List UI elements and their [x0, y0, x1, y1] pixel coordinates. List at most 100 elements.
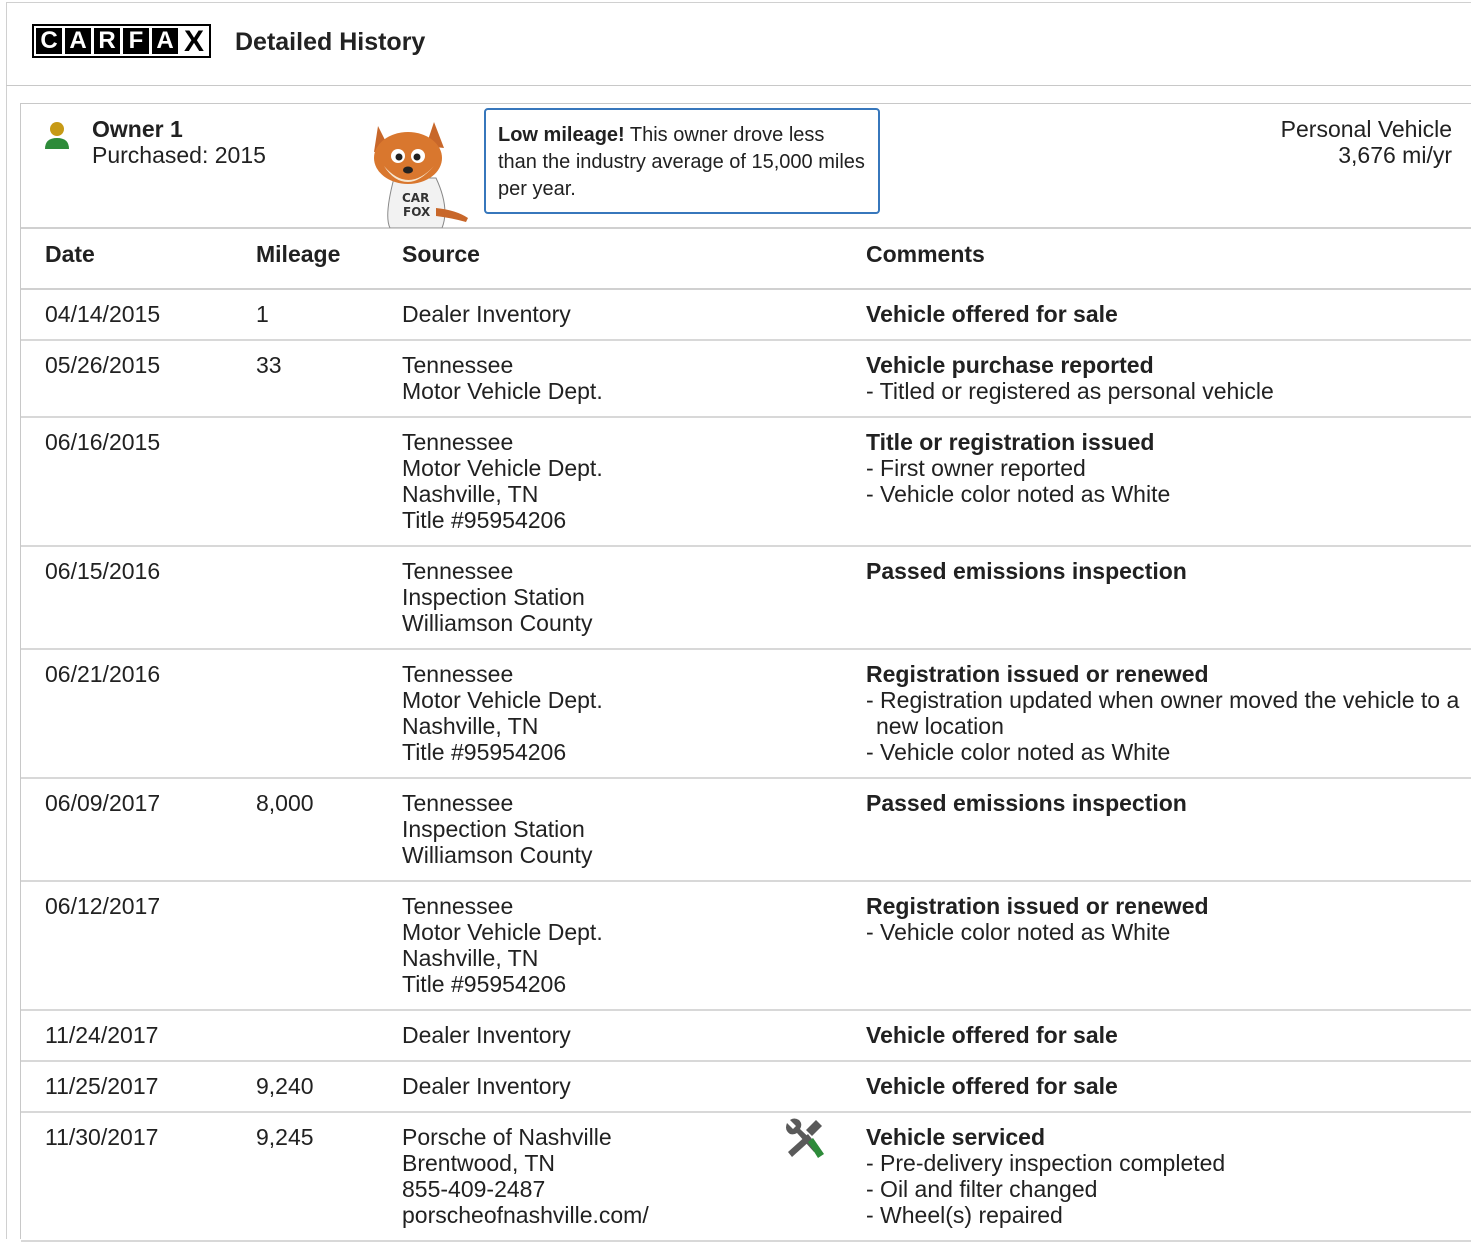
comment-detail: - First owner reported	[866, 455, 1086, 481]
logo-letter: F	[123, 28, 149, 54]
table-row: 06/12/2017 Tennessee Motor Vehicle Dept. Na…	[21, 881, 1471, 1011]
source-cell: Tennessee Motor Vehicle Dept. Nashville, T…	[402, 417, 782, 547]
mileage-cell: 33	[256, 340, 402, 418]
source-line: Williamson County	[402, 610, 593, 636]
comment-title: Registration issued or renewed	[866, 661, 1209, 687]
source-cell: Dealer Inventory	[402, 1061, 782, 1113]
source-line: Dealer Inventory	[402, 1073, 571, 1099]
logo-letter: A	[65, 28, 91, 54]
source-line: Porsche of Nashville	[402, 1124, 612, 1150]
owner-purchased: Purchased: 2015	[92, 142, 266, 168]
source-cell: Tennessee Motor Vehicle Dept. Nashville, T…	[402, 881, 782, 1011]
source-line: Motor Vehicle Dept.	[402, 919, 603, 945]
comments-cell: Vehicle serviced - Pre-delivery inspectio…	[866, 1112, 1471, 1242]
owner-history-card: Owner 1 Purchased: 2015 CAR FOX Low mile…	[20, 103, 1471, 1242]
mileage-cell	[256, 881, 402, 1011]
column-header-mileage: Mileage	[256, 229, 402, 290]
source-line: 855-409-2487	[402, 1176, 546, 1202]
mileage-cell: 9,240	[256, 1061, 402, 1113]
report-header: C A R F A X Detailed History	[6, 2, 1471, 86]
record-icon-cell	[782, 1061, 866, 1113]
comment-title: Vehicle serviced	[866, 1124, 1046, 1150]
page-title: Detailed History	[235, 28, 426, 56]
date-cell: 04/14/2015	[21, 289, 256, 341]
record-icon-cell	[782, 340, 866, 418]
comment-title: Passed emissions inspection	[866, 558, 1187, 584]
date-cell: 06/09/2017	[21, 778, 256, 882]
table-row: 04/14/2015 1 Dealer Inventory Vehicle offer…	[21, 289, 1471, 341]
record-icon-cell	[782, 649, 866, 779]
record-icon-cell	[782, 546, 866, 650]
mileage-cell	[256, 649, 402, 779]
comment-detail: - Vehicle color noted as White	[866, 739, 1171, 765]
source-line: Dealer Inventory	[402, 301, 571, 327]
source-line: Tennessee	[402, 661, 514, 687]
source-cell: Porsche of Nashville Brentwood, TN 855-409…	[402, 1112, 782, 1242]
comments-cell: Registration issued or renewed - Vehicle …	[866, 881, 1471, 1011]
source-line: Tennessee	[402, 893, 514, 919]
source-line: Motor Vehicle Dept.	[402, 378, 603, 404]
column-header-icon	[782, 229, 866, 290]
comment-title: Registration issued or renewed	[866, 893, 1209, 919]
source-line: Tennessee	[402, 558, 514, 584]
table-header-row: Date Mileage Source Comments	[21, 229, 1471, 290]
record-icon-cell	[782, 881, 866, 1011]
date-cell: 06/16/2015	[21, 417, 256, 547]
comment-detail: - Vehicle color noted as White	[866, 919, 1171, 945]
source-line: Williamson County	[402, 842, 593, 868]
usage-type: Personal Vehicle	[1280, 116, 1452, 142]
date-cell: 11/25/2017	[21, 1061, 256, 1113]
source-line: porscheofnashville.com/	[402, 1202, 649, 1228]
source-line: Brentwood, TN	[402, 1150, 555, 1176]
table-row: 06/16/2015 Tennessee Motor Vehicle Dept. Na…	[21, 417, 1471, 547]
date-cell: 11/24/2017	[21, 1010, 256, 1062]
logo-letter: A	[152, 28, 178, 54]
record-icon-cell	[782, 1112, 866, 1242]
date-cell: 05/26/2015	[21, 340, 256, 418]
owner-name: Owner 1	[92, 116, 183, 142]
table-row: 06/09/2017 8,000 Tennessee Inspection Stati…	[21, 778, 1471, 882]
source-line: Dealer Inventory	[402, 1022, 571, 1048]
comment-title: Title or registration issued	[866, 429, 1155, 455]
source-cell: Tennessee Inspection Station Williamson Co…	[402, 546, 782, 650]
source-cell: Tennessee Motor Vehicle Dept.	[402, 340, 782, 418]
low-mileage-callout: Low mileage! This owner drove less than …	[484, 108, 880, 214]
comment-title: Vehicle offered for sale	[866, 1073, 1118, 1099]
comment-detail: - Vehicle color noted as White	[866, 481, 1171, 507]
comment-detail: - Registration updated when owner moved …	[866, 687, 1460, 739]
record-icon-cell	[782, 1010, 866, 1062]
logo-letter: C	[36, 28, 62, 54]
table-row: 11/25/2017 9,240 Dealer Inventory Vehicle o…	[21, 1061, 1471, 1113]
source-line: Title #95954206	[402, 971, 567, 997]
column-header-comments: Comments	[866, 229, 1471, 290]
comments-cell: Vehicle offered for sale	[866, 1061, 1471, 1113]
source-line: Inspection Station	[402, 816, 585, 842]
comments-cell: Passed emissions inspection	[866, 778, 1471, 882]
owner-summary: Owner 1 Purchased: 2015 CAR FOX Low mile…	[21, 104, 1471, 229]
source-line: Motor Vehicle Dept.	[402, 455, 603, 481]
date-cell: 06/15/2016	[21, 546, 256, 650]
source-line: Tennessee	[402, 790, 514, 816]
mileage-cell	[256, 1010, 402, 1062]
source-line: Inspection Station	[402, 584, 585, 610]
source-line: Nashville, TN	[402, 481, 539, 507]
usage-rate: 3,676 mi/yr	[1338, 142, 1452, 168]
comments-cell: Vehicle offered for sale	[866, 289, 1471, 341]
source-line: Title #95954206	[402, 507, 567, 533]
carfox-mascot-icon: CAR FOX	[364, 116, 472, 233]
source-line: Nashville, TN	[402, 945, 539, 971]
column-header-date: Date	[21, 229, 256, 290]
date-cell: 06/12/2017	[21, 881, 256, 1011]
comments-cell: Vehicle purchase reported - Titled or reg…	[866, 340, 1471, 418]
comments-cell: Vehicle offered for sale	[866, 1010, 1471, 1062]
comment-detail: - Wheel(s) repaired	[866, 1202, 1063, 1228]
table-row: 06/15/2016 Tennessee Inspection Station Wil…	[21, 546, 1471, 650]
comment-title: Vehicle offered for sale	[866, 1022, 1118, 1048]
mileage-cell: 8,000	[256, 778, 402, 882]
mileage-cell: 1	[256, 289, 402, 341]
table-row: 06/21/2016 Tennessee Motor Vehicle Dept. Na…	[21, 649, 1471, 779]
logo-letter: X	[181, 27, 207, 57]
comment-detail: - Titled or registered as personal vehic…	[866, 378, 1274, 404]
history-table: Date Mileage Source Comments 04/14/2015 1…	[21, 229, 1471, 1242]
source-line: Nashville, TN	[402, 713, 539, 739]
